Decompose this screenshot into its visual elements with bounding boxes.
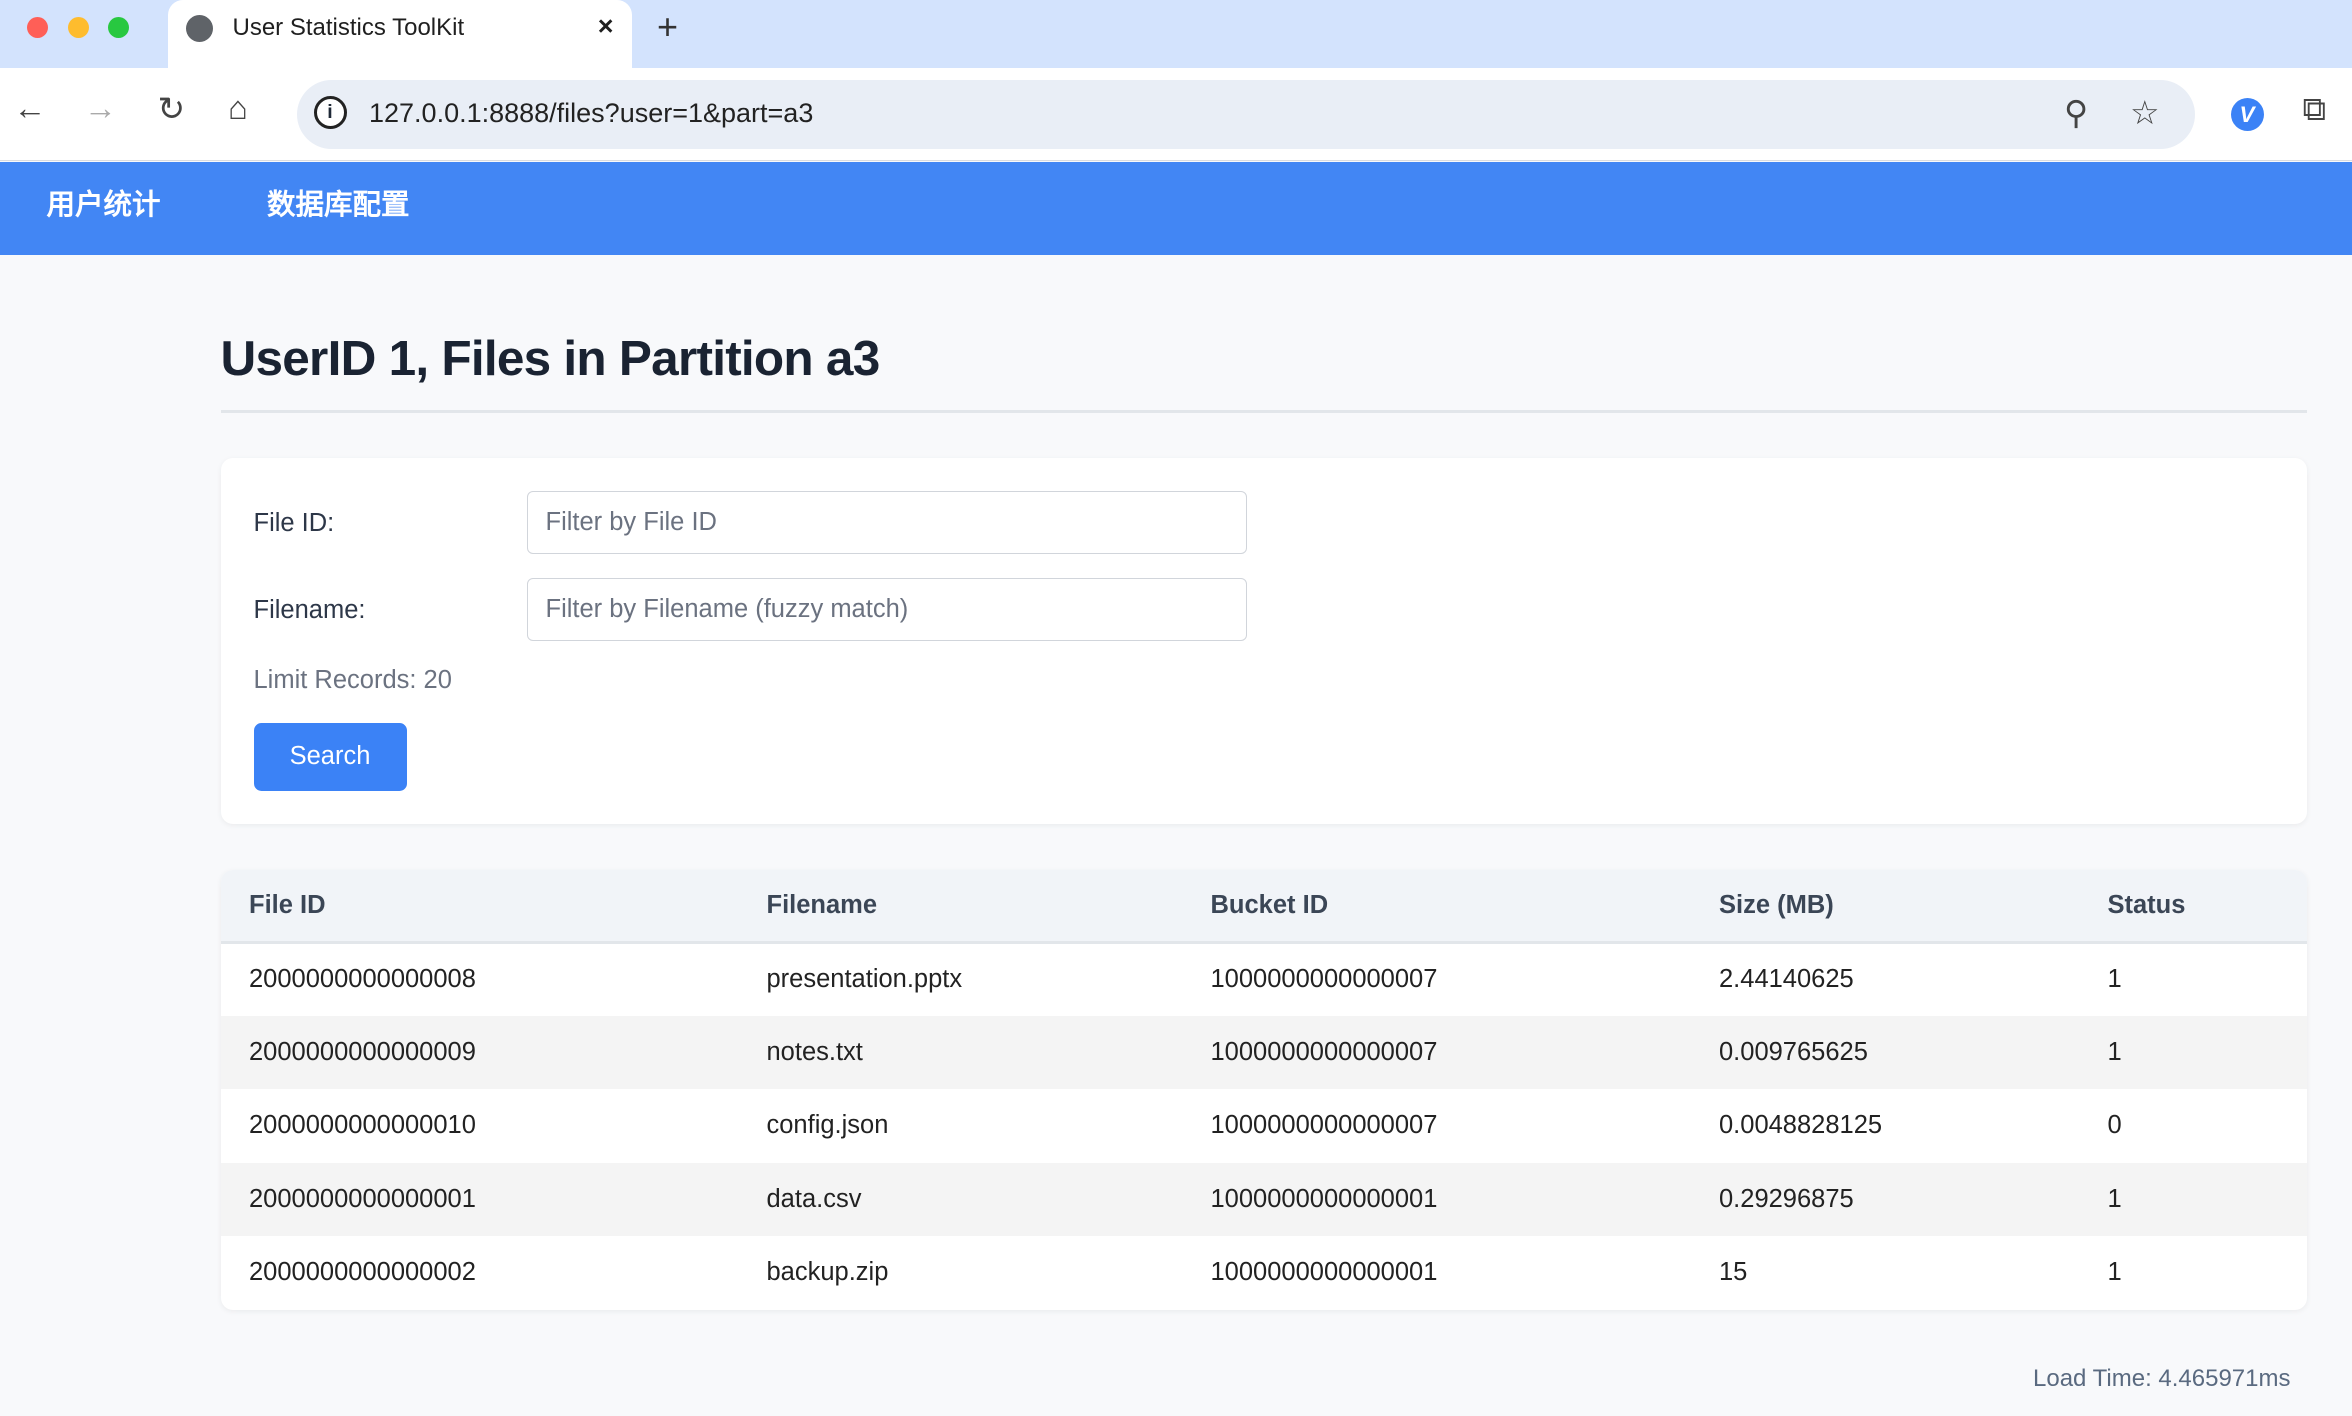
table-row: 2000000000000001 data.csv 1000000000000001… [220,1162,2307,1236]
url-text[interactable]: 127.0.0.1:8888/files?user=1&part=a3 [369,98,813,129]
nav-user-stats[interactable]: 用户统计 [47,182,161,223]
table-cell: 2.44140625 [1719,965,1854,993]
table-cell: 2000000000000010 [249,1111,476,1140]
table-cell: 0.0048828125 [1719,1111,1883,1140]
table-cell: 1 [2079,1162,2307,1236]
bookmark-star-icon[interactable]: ☆ [2130,93,2160,132]
new-tab-button[interactable]: + [657,6,678,48]
close-window-button[interactable] [27,16,48,38]
forward-icon[interactable]: → [84,89,117,127]
home-icon[interactable]: ⌂ [228,89,248,127]
files-table: File ID Filename Bucket ID Size (MB) Status … [220,870,2308,1310]
table-row: 2000000000000008 presentation.pptx 1000000… [221,942,2308,1016]
table-cell: backup.zip [766,1258,889,1287]
table-cell: 1000000000000007 [1182,1015,1691,1089]
column-header: Bucket ID [1182,870,1691,944]
table-cell: 0.29296875 [1690,1162,2079,1236]
files-table-card: File ID Filename Bucket ID Size (MB) Status … [220,870,2308,1310]
table-header: File ID Filename Bucket ID Size (MB) Status [220,870,2307,944]
table-cell: 2000000000000008 [249,965,476,993]
tab-title: User Statistics ToolKit [232,13,465,41]
column-header: Status [2079,870,2307,944]
back-icon[interactable]: ← [14,89,47,127]
tab-bar: User Statistics ToolKit × + [0,0,2352,68]
column-header: Size (MB) [1690,870,2079,944]
table-cell: 2000000000000002 [249,1258,476,1287]
column-header: File ID [220,870,738,944]
table-row: 2000000000000009 notes.txt 100000000000000… [220,1015,2307,1089]
table-cell: 1 [2079,1015,2307,1089]
reload-icon[interactable]: ↻ [158,89,186,128]
divider [220,409,2307,413]
extension-v-icon[interactable]: V [2230,97,2264,131]
column-header: Filename [738,870,1182,944]
table-cell: notes.txt [738,1015,1182,1089]
nav-db-config[interactable]: 数据库配置 [267,182,410,223]
table-cell: 1000000000000001 [1210,1258,1438,1287]
file-id-input[interactable] [526,490,1247,554]
page-title: UserID 1, Files in Partition a3 [220,331,881,386]
table-cell: data.csv [738,1162,1182,1236]
table-cell: 2000000000000009 [220,1015,738,1089]
table-cell: 15 [1719,1258,1748,1287]
maximize-window-button[interactable] [108,16,129,38]
table-cell: 1 [2107,965,2122,993]
top-nav: 用户统计 数据库配置 [0,162,2352,255]
table-cell: 1 [2107,1258,2122,1287]
table-cell: 0 [2107,1111,2122,1140]
browser-toolbar: ← → ↻ ⌂ i 127.0.0.1:8888/files?user=1&pa… [0,67,2352,161]
filter-card: File ID: Filename: Limit Records: 20 Sea… [220,457,2307,824]
table-cell: 1000000000000001 [1182,1162,1691,1236]
table-row: 2000000000000010 config.json 1000000000000… [221,1089,2308,1163]
close-tab-icon[interactable]: × [598,11,614,42]
table-cell: 1000000000000007 [1210,1111,1438,1140]
extensions-puzzle-icon[interactable]: ⧉ [2303,90,2327,129]
browser-tab[interactable]: User Statistics ToolKit × [168,0,632,68]
filename-label: Filename: [253,595,366,624]
table-cell: 0.009765625 [1690,1015,2079,1089]
table-cell: 2000000000000001 [220,1162,738,1236]
zoom-icon[interactable]: ⚲ [2064,93,2088,132]
table-row: 2000000000000002 backup.zip 10000000000000… [221,1236,2308,1310]
table-cell: config.json [766,1111,889,1140]
search-button[interactable]: Search [253,723,407,791]
table-cell: 1000000000000007 [1210,965,1438,993]
site-info-icon[interactable]: i [313,96,347,129]
load-time: Load Time: 4.465971ms [2033,1365,2291,1392]
file-id-label: File ID: [253,508,335,537]
filename-input[interactable] [526,577,1247,641]
address-bar[interactable]: i 127.0.0.1:8888/files?user=1&part=a3 ⚲ … [297,79,2195,149]
limit-records: Limit Records: 20 [253,666,452,694]
minimize-window-button[interactable] [67,16,89,38]
table-cell: presentation.pptx [766,965,963,993]
globe-icon [186,15,213,42]
